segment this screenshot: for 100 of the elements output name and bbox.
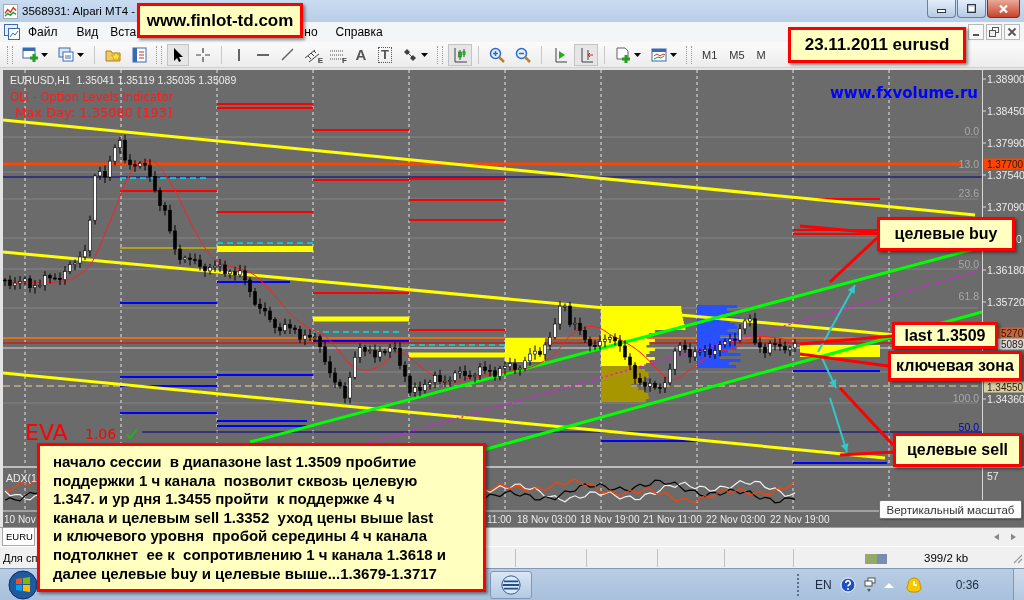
- callout: ключевая зона: [888, 351, 1022, 381]
- caret-icon: [634, 52, 641, 57]
- zoom-out-icon: [515, 46, 531, 63]
- price-tag: 5270: [1001, 327, 1024, 339]
- text-button[interactable]: A: [350, 43, 372, 66]
- price-axis-label: 1.38900: [987, 73, 1024, 85]
- fibonacci-label: 50.0: [958, 258, 979, 270]
- channel-button[interactable]: E: [300, 43, 324, 66]
- chart-tab[interactable]: EURU: [2, 528, 35, 546]
- site-banner: www.finlot-td.com: [137, 3, 303, 38]
- price-axis-label: 1.35720: [987, 296, 1024, 308]
- minimize-icon: [973, 34, 979, 36]
- help-icon[interactable]: [839, 576, 856, 593]
- minimize-button[interactable]: [927, 0, 956, 18]
- price-tag: 5089: [1001, 338, 1024, 350]
- menu-item[interactable]: но: [304, 25, 318, 39]
- chart-window-icon: [651, 46, 667, 63]
- check-icon: [127, 429, 137, 438]
- fibonacci-button[interactable]: F: [326, 43, 348, 66]
- minimize-button[interactable]: [968, 24, 984, 40]
- menu-item[interactable]: Вид: [76, 25, 99, 39]
- clock[interactable]: 0:36: [955, 577, 979, 592]
- caret-icon: [670, 52, 677, 57]
- volume-profile: [697, 305, 741, 368]
- striped-sphere-icon: [500, 573, 522, 596]
- side-panel-icon: [131, 46, 147, 63]
- caret-icon: [77, 52, 84, 57]
- taskbar-app-button[interactable]: [490, 570, 532, 599]
- start-orb-icon: [8, 569, 38, 600]
- indicator-title: OLI - Option Levels Indicator: [10, 90, 174, 104]
- fibonacci-label: 0.0: [964, 125, 979, 137]
- fibonacci-label: 100.0: [952, 392, 979, 404]
- start-button[interactable]: [6, 568, 40, 600]
- close-button[interactable]: [987, 0, 1020, 18]
- window-plus-icon: [22, 46, 38, 63]
- price-axis-label: 1.34360: [987, 393, 1024, 405]
- time-axis-label: 18 Nov 19:00: [580, 514, 640, 525]
- text-label-button[interactable]: T: [374, 43, 396, 66]
- axis-play-icon: [552, 46, 568, 63]
- time-axis-label: 21 Nov 11:00: [643, 514, 702, 525]
- time-axis-label: 22 Nov 19:00: [770, 514, 830, 525]
- time-axis-label: 10 Nov: [4, 514, 36, 525]
- fibonacci-label: 50.0: [958, 421, 979, 433]
- chart-app-icon: [3, 3, 18, 19]
- maximize-button[interactable]: [957, 0, 986, 18]
- site-label: www.fxvolume.ru: [830, 84, 978, 102]
- traffic-counter: 399/2 kb: [924, 551, 969, 564]
- price-axis-label: 1.37090: [987, 201, 1024, 213]
- tooltip: Вертикальный масштаб: [879, 500, 1022, 519]
- callout: last 1.3509: [892, 322, 998, 349]
- price-axis-label: 0: [1016, 233, 1022, 245]
- timeframe-button[interactable]: M: [751, 44, 771, 65]
- chart-window-icon[interactable]: [4, 24, 20, 40]
- restore-button[interactable]: [986, 24, 1002, 40]
- time-axis-label: 11:00: [487, 514, 512, 525]
- target-arrow: [817, 284, 856, 353]
- maximize-icon: [967, 4, 976, 13]
- restore-icon: [989, 27, 999, 37]
- callout: целевые buy: [877, 217, 1015, 251]
- diamonds-icon: [402, 46, 418, 63]
- cursor-button[interactable]: [167, 43, 189, 66]
- chart-shift-button[interactable]: [574, 43, 598, 66]
- caret-icon: [421, 52, 428, 57]
- connection-bars-icon: [865, 551, 887, 564]
- candlestick-chart-button[interactable]: [448, 43, 472, 66]
- language-indicator[interactable]: EN: [814, 577, 832, 592]
- menu-item[interactable]: Вста: [110, 25, 137, 39]
- symbol-quote-header: EURUSD,H1 1.35041 1.35119 1.35035 1.35089: [10, 74, 237, 86]
- dotted-lines-icon: [330, 49, 344, 60]
- time-axis-label: 18 Nov 03:00: [517, 514, 577, 525]
- scroll-right-icon[interactable]: [1011, 533, 1016, 541]
- minimize-icon: [937, 9, 946, 13]
- timeframe-button[interactable]: M1: [697, 44, 723, 65]
- close-icon: [999, 4, 1008, 13]
- zoom-in-icon: [489, 46, 505, 63]
- fibonacci-label: 13.0: [958, 158, 979, 170]
- menu-item[interactable]: Справка: [335, 25, 383, 39]
- price-axis-label: 1.36180: [987, 264, 1024, 276]
- target-arrow: [829, 397, 849, 453]
- price-tag: 1.34550: [987, 381, 1024, 393]
- eva-value: 1.06: [85, 426, 117, 442]
- analysis-note: начало сессии в диапазоне last 1.3509 пробитие поддержки 1 ч канала позволит сквозь целевую 1.347. и ур дня 1.3455 пройти к поддержке 4 ч канала и целевым sell 1.3352 уход цены выше last и ключевого уровня пробой середины 4 ч канала подтолкнет ее к сопротивлению 1 ч канала 1.3618 и далее целевые buy и целевые выше...1.3679-1.3717: [37, 443, 486, 592]
- timeframe-button[interactable]: M5: [724, 44, 750, 65]
- horizontal-line-icon: [257, 53, 269, 56]
- max-day-label: Max Day: 1.35080 [193]: [15, 105, 173, 120]
- date-banner: 23.11.2011 eurusd: [788, 27, 966, 63]
- candlestick-icon: [452, 46, 468, 63]
- close-button[interactable]: [1004, 24, 1020, 40]
- menu-item[interactable]: Файл: [28, 25, 58, 39]
- scroll-left-icon[interactable]: [994, 533, 999, 541]
- fibonacci-label: 61.8: [958, 290, 979, 302]
- eva-label: EVA: [25, 420, 68, 445]
- caret-icon: [41, 52, 48, 57]
- indicator-label: ADX(1: [6, 472, 37, 484]
- time-axis-label: 22 Nov 03:00: [706, 514, 766, 525]
- indicator-scale-label: 57: [987, 470, 999, 482]
- status-text: Для сп: [3, 551, 38, 564]
- monitors-icon[interactable]: [861, 576, 878, 593]
- diagonal-line-icon: [280, 48, 294, 61]
- window-title: 3568931: Alpari MT4 -: [22, 5, 136, 17]
